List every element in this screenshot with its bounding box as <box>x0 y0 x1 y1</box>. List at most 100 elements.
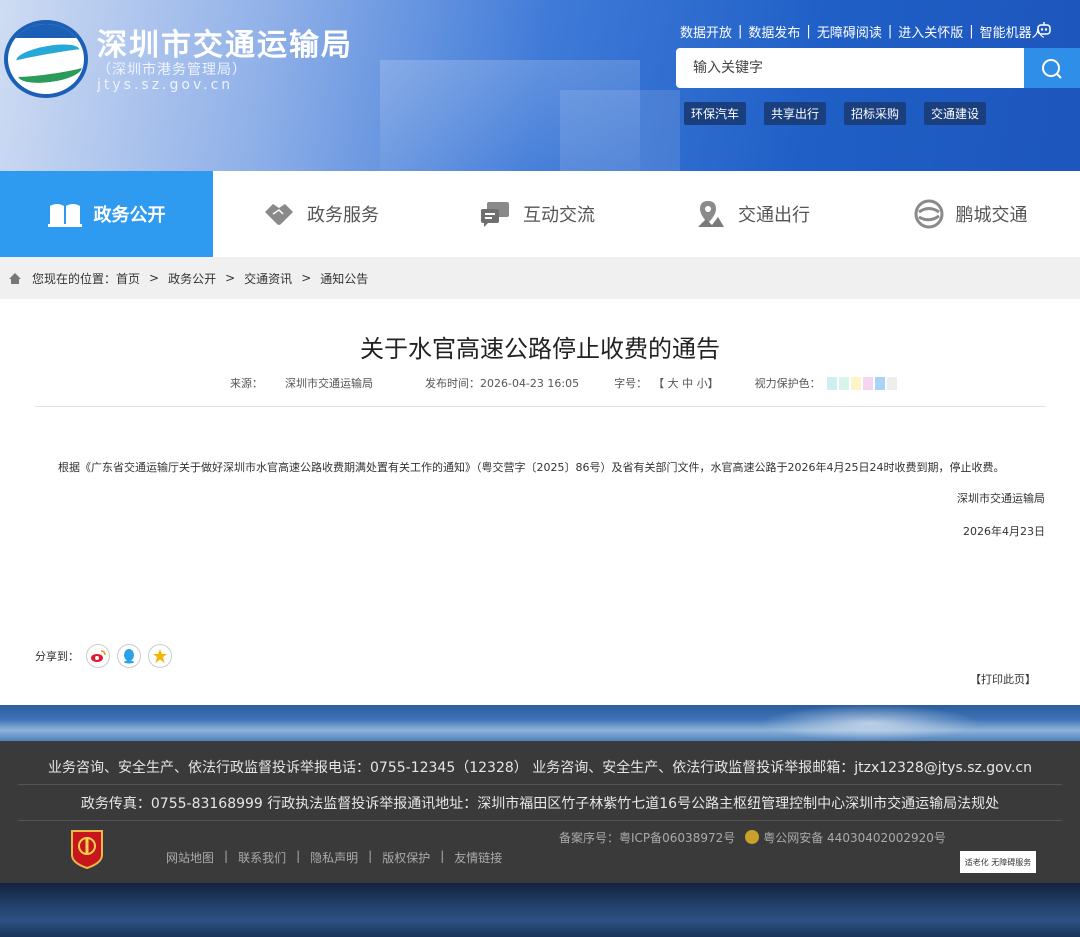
footer-sea-image <box>0 883 1080 937</box>
nav-label: 鹏城交通 <box>955 205 1028 226</box>
footer-link-privacy[interactable]: 隐私声明 <box>310 849 358 866</box>
footer-link-sitemap[interactable]: 网站地图 <box>166 849 214 866</box>
site-logo[interactable] <box>4 20 88 98</box>
footer-divider <box>18 820 1062 821</box>
search-button[interactable] <box>1024 48 1080 88</box>
top-link-accessible-reading[interactable]: 无障碍阅读 <box>817 22 882 41</box>
police-record[interactable]: 粤公网安备 44030402002920号 <box>763 831 946 845</box>
footer-link-contact[interactable]: 联系我们 <box>238 849 286 866</box>
weibo-icon[interactable] <box>86 644 110 668</box>
breadcrumb-separator: > <box>301 271 312 285</box>
article-meta: 来源： 深圳市交通运输局 发布时间： 2026-04-23 16:05 字号： … <box>230 375 899 391</box>
top-link-open-data[interactable]: 数据开放 <box>680 22 732 41</box>
site-title[interactable]: 深圳市交通运输局 <box>97 20 353 64</box>
site-footer: 业务咨询、安全生产、依法行政监督投诉举报电话：0755-12345（12328）… <box>0 741 1080 883</box>
accessibility-badge-label: 适老化 无障碍服务 <box>964 857 1032 867</box>
nav-label: 交通出行 <box>738 205 810 226</box>
book-icon <box>47 204 82 227</box>
date-label: 发布时间： <box>425 377 480 390</box>
article-divider <box>35 406 1046 407</box>
party-government-badge-icon[interactable] <box>70 829 104 869</box>
nav-item-travel[interactable]: 交通出行 <box>645 171 861 257</box>
top-link-data-release[interactable]: 数据发布 <box>748 22 800 41</box>
main-nav: 政务公开 政务服务 互动交流 交通出行 鹏城交通 <box>0 171 1080 257</box>
site-header: 深圳市交通运输局 （深圳市港务管理局） jtys.sz.gov.cn 数据开放 … <box>0 0 1080 171</box>
nav-item-government-affairs[interactable]: 政务公开 <box>0 171 213 257</box>
hot-tag-bidding[interactable]: 招标采购 <box>844 102 907 125</box>
top-link-robot[interactable]: 智能机器人 <box>980 22 1045 41</box>
breadcrumb: 您现在的位置： 首页 > 政务公开 > 交通资讯 > 通知公告 <box>0 257 1080 299</box>
chat-icon <box>481 202 509 227</box>
police-emblem-icon <box>745 830 760 844</box>
top-link-care-version[interactable]: 进入关怀版 <box>898 22 963 41</box>
print-page-link[interactable]: 【打印此页】 <box>970 671 1036 687</box>
separator: | <box>969 24 974 39</box>
qzone-star-icon[interactable] <box>148 644 172 668</box>
separator: | <box>224 849 229 863</box>
eye-color-swatch[interactable] <box>826 376 837 390</box>
search-input[interactable] <box>676 48 1024 88</box>
separator: | <box>368 849 373 863</box>
breadcrumb-separator: > <box>149 271 160 285</box>
article: 关于水官高速公路停止收费的通告 来源： 深圳市交通运输局 发布时间： 2026-… <box>0 299 1080 705</box>
site-domain: jtys.sz.gov.cn <box>97 77 234 93</box>
eye-color-swatch[interactable] <box>862 376 873 390</box>
footer-links: 网站地图 | 联系我们 | 隐私声明 | 版权保护 | 友情链接 <box>166 849 502 866</box>
hot-tags: 环保汽车 共享出行 招标采购 交通建设 <box>684 102 1004 125</box>
nav-label: 政务服务 <box>307 205 379 226</box>
separator: | <box>806 24 811 39</box>
hot-tag-eco-cars[interactable]: 环保汽车 <box>684 102 747 125</box>
elderly-accessibility-badge[interactable]: 适老化 无障碍服务 <box>960 851 1036 873</box>
icp-record[interactable]: 备案序号：粤ICP备06038972号 <box>559 831 735 845</box>
site-subtitle: （深圳市港务管理局） <box>97 62 247 78</box>
breadcrumb-prefix: 您现在的位置： <box>32 271 117 286</box>
search-icon <box>1042 59 1062 79</box>
nav-label: 政务公开 <box>93 205 166 226</box>
share-label: 分享到： <box>35 650 79 663</box>
robot-icon[interactable] <box>1036 20 1052 36</box>
handshake-icon <box>265 204 293 225</box>
eye-protection-swatches <box>826 376 899 390</box>
footer-contact-phone-email: 业务咨询、安全生产、依法行政监督投诉举报电话：0755-12345（12328）… <box>48 760 1032 776</box>
separator: | <box>296 849 301 863</box>
footer-wave-image <box>0 705 1080 741</box>
breadcrumb-item-home[interactable]: 首页 <box>116 270 140 287</box>
breadcrumb-item-gov-affairs[interactable]: 政务公开 <box>168 270 216 287</box>
breadcrumb-item-transport-news[interactable]: 交通资讯 <box>244 270 292 287</box>
footer-divider <box>18 784 1062 785</box>
eye-protection-label: 视力保护色： <box>754 377 821 390</box>
font-size-label: 字号： <box>614 377 648 390</box>
article-signature: 深圳市交通运输局 <box>957 492 1045 505</box>
search-box <box>676 48 1080 88</box>
eye-color-swatch[interactable] <box>850 376 861 390</box>
top-links: 数据开放 | 数据发布 | 无障碍阅读 | 进入关怀版 | 智能机器人 <box>680 22 1045 41</box>
hot-tag-shared-travel[interactable]: 共享出行 <box>764 102 827 125</box>
footer-link-copyright[interactable]: 版权保护 <box>382 849 430 866</box>
font-size-options[interactable]: 【 大 中 小】 <box>653 375 719 391</box>
source-value: 深圳市交通运输局 <box>285 377 373 390</box>
share-bar: 分享到： <box>35 644 172 668</box>
home-icon <box>9 272 21 284</box>
footer-beian: 备案序号：粤ICP备06038972号 粤公网安备 44030402002920号 <box>559 827 949 849</box>
eye-color-swatch[interactable] <box>838 376 849 390</box>
article-body: 根据《广东省交通运输厅关于做好深圳市水官高速公路收费期满处置有关工作的通知》（粤… <box>58 461 1005 474</box>
nav-item-interaction[interactable]: 互动交流 <box>429 171 645 257</box>
breadcrumb-item-notices[interactable]: 通知公告 <box>320 270 368 287</box>
nav-item-pengcheng-transport[interactable]: 鹏城交通 <box>861 171 1080 257</box>
separator: | <box>887 24 893 39</box>
footer-fax-address: 政务传真：0755-83168999 行政执法监督投诉举报通讯地址：深圳市福田区… <box>80 796 1000 812</box>
hot-tag-transport-construction[interactable]: 交通建设 <box>924 102 987 125</box>
qq-icon[interactable] <box>117 644 141 668</box>
eye-color-swatch[interactable] <box>874 376 885 390</box>
breadcrumb-separator: > <box>225 271 236 285</box>
nav-item-government-services[interactable]: 政务服务 <box>213 171 429 257</box>
date-value: 2026-04-23 16:05 <box>480 376 580 390</box>
footer-link-friends[interactable]: 友情链接 <box>454 849 502 866</box>
nav-label: 互动交流 <box>523 205 595 226</box>
separator: | <box>738 24 743 39</box>
header-background-building <box>560 90 680 171</box>
separator: | <box>440 849 445 863</box>
eye-color-swatch[interactable] <box>886 376 897 390</box>
article-sign-date: 2026年4月23日 <box>963 525 1045 538</box>
map-pin-icon <box>698 201 724 227</box>
